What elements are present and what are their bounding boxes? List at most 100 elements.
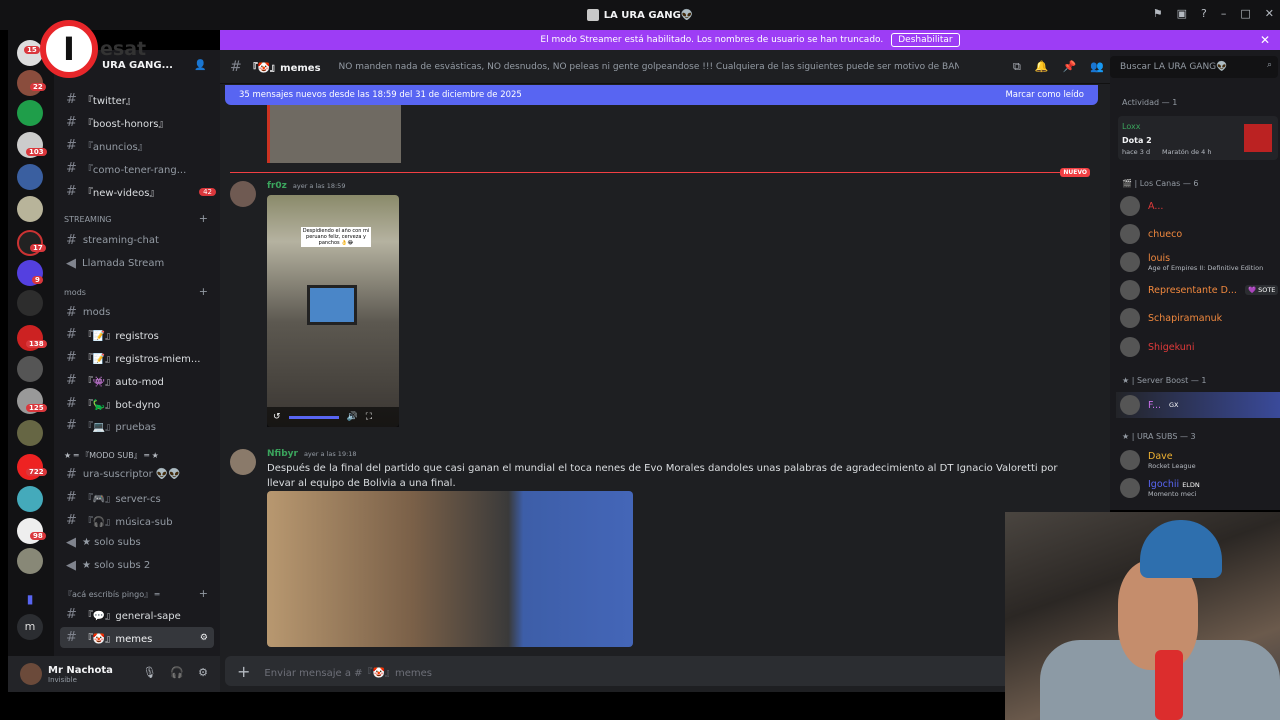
category-modo-sub[interactable]: ★ ═ 『MODO SUB』 ═ ★ <box>64 450 159 461</box>
channel-new-videos[interactable]: # 『new-videos』 42 <box>66 184 216 199</box>
channel-server-cs[interactable]: # 『🎮』server-cs <box>66 490 161 505</box>
gear-icon[interactable]: ⚙ <box>198 666 208 679</box>
activity-card[interactable]: Loxx Dota 2 hace 3 d Maratón de 4 h <box>1118 116 1278 160</box>
category-mods[interactable]: mods <box>64 288 86 297</box>
channel-solo-subs[interactable]: ◀ ★ solo subs <box>66 535 141 550</box>
channel-musica-sub[interactable]: # 『🎧』música-sub <box>66 513 173 528</box>
channel-anuncios[interactable]: # 『anuncios』 <box>66 138 148 153</box>
minimize-button[interactable]: – <box>1221 7 1227 20</box>
server-icon-7[interactable] <box>17 230 43 256</box>
server-icon-5[interactable] <box>17 164 43 190</box>
inbox-icon[interactable]: ⚑ <box>1153 7 1163 20</box>
folder-icon[interactable]: ▮ <box>17 586 43 612</box>
maximize-button[interactable]: □ <box>1240 7 1250 20</box>
channel-registros-miem[interactable]: # 『📝』registros-miem... <box>66 350 200 365</box>
server-icon-9[interactable] <box>17 290 43 316</box>
member-item[interactable]: Representante D... 💜 SOTE <box>1120 280 1279 300</box>
member-item[interactable]: Igochii ELDN Momento meci <box>1120 478 1200 498</box>
member-name: louis <box>1148 252 1171 264</box>
message-author[interactable]: fr0z ayer a las 18:59 <box>267 181 345 191</box>
add-channel-icon[interactable]: + <box>199 212 208 225</box>
video-attachment[interactable]: Despidiendo el año con mi peruano feliz,… <box>267 195 399 427</box>
volume-slider[interactable] <box>288 415 339 419</box>
channel-solo-subs-2[interactable]: ◀ ★ solo subs 2 <box>66 558 150 573</box>
server-name[interactable]: URA GANG... <box>102 60 173 71</box>
channel-label: 『📝』registros-miem... <box>82 354 201 365</box>
input-placeholder: Enviar mensaje a #『🤡』memes <box>264 667 432 679</box>
overlay-logo-text: esat <box>100 38 147 60</box>
member-item[interactable]: A... <box>1120 196 1163 216</box>
server-icon-11[interactable] <box>17 356 43 382</box>
hash-icon: # <box>66 138 77 153</box>
server-badge: 15 <box>24 46 40 54</box>
microphone-icon[interactable]: 🎙 <box>142 666 156 679</box>
pin-icon[interactable]: 📌 <box>1063 60 1077 74</box>
settings-icon[interactable]: ⚙ <box>200 633 208 643</box>
chat-area: # 『🤡』memes NO manden nada de esvásticas,… <box>220 50 1110 692</box>
member-item[interactable]: F... GX <box>1116 392 1280 418</box>
message-author[interactable]: Nfibyr ayer a las 19:18 <box>267 449 357 459</box>
channel-label: 『💻』pruebas <box>82 422 156 433</box>
member-item[interactable]: Dave Rocket League <box>1120 450 1196 470</box>
avatar[interactable] <box>230 449 256 475</box>
new-messages-bar[interactable]: 35 mensajes nuevos desde las 18:59 del 3… <box>225 85 1098 105</box>
server-icon-17[interactable] <box>17 548 43 574</box>
add-channel-icon[interactable]: + <box>199 285 208 298</box>
screen-icon[interactable]: ▣ <box>1177 7 1187 20</box>
help-icon[interactable]: ? <box>1201 7 1207 20</box>
server-icon-14[interactable] <box>17 454 43 480</box>
members-icon[interactable]: 👥 <box>1090 60 1104 74</box>
headphones-icon[interactable]: 🎧 <box>170 666 184 679</box>
server-icon-13[interactable] <box>17 420 43 446</box>
server-icon-16[interactable] <box>17 518 43 544</box>
channel-auto-mod[interactable]: # 『👾』auto-mod <box>66 373 164 388</box>
message-input[interactable]: + Enviar mensaje a #『🤡』memes <box>225 656 1095 686</box>
avatar <box>1120 450 1140 470</box>
volume-icon[interactable]: 🔊 <box>347 412 358 422</box>
channel-ura-suscriptor[interactable]: # ura-suscriptor 👽👽 <box>66 467 181 482</box>
channel-general-sape[interactable]: # 『💬』general-sape <box>66 607 181 622</box>
channel-twitter[interactable]: # 『twitter』 <box>66 92 136 107</box>
member-item[interactable]: louis Age of Empires II: Definitive Editi… <box>1120 252 1263 272</box>
channel-pruebas[interactable]: # 『💻』pruebas <box>66 418 156 433</box>
member-name: Schapiramanuk <box>1148 312 1223 324</box>
threads-icon[interactable]: ⧉ <box>1013 60 1021 74</box>
channel-llamada-stream[interactable]: ◀ Llamada Stream <box>66 256 164 271</box>
previous-image[interactable] <box>267 105 401 163</box>
avatar[interactable] <box>230 181 256 207</box>
channel-como-tener-rango[interactable]: # 『como-tener-rang... <box>66 161 186 176</box>
add-attachment-icon[interactable]: + <box>237 662 250 681</box>
server-icon-m[interactable]: m <box>17 614 43 640</box>
add-friend-icon[interactable]: 👤 <box>194 60 206 71</box>
hash-icon: # <box>66 327 77 342</box>
member-item[interactable]: Shigekuni <box>1120 337 1194 357</box>
avatar[interactable] <box>20 663 42 685</box>
bell-icon[interactable]: 🔔 <box>1035 60 1049 74</box>
channel-label: ura-suscriptor 👽👽 <box>82 469 181 480</box>
close-window-button[interactable]: ✕ <box>1265 7 1274 20</box>
server-icon-6[interactable] <box>17 196 43 222</box>
replay-icon[interactable]: ↺ <box>273 412 281 422</box>
image-attachment[interactable] <box>267 491 633 647</box>
channel-mods[interactable]: # mods <box>66 305 110 320</box>
server-icon-15[interactable] <box>17 486 43 512</box>
channel-memes[interactable]: # 『🤡』memes ⚙ <box>60 627 214 648</box>
search-input[interactable]: Buscar LA URA GANG👽 ⌕ <box>1110 56 1278 78</box>
channel-registros[interactable]: # 『📝』registros <box>66 327 159 342</box>
user-panel: Mr Nachota Invisible 🎙 🎧 ⚙ <box>8 656 220 692</box>
channel-streaming-chat[interactable]: # streaming-chat <box>66 233 159 248</box>
member-item[interactable]: chueco <box>1120 224 1182 244</box>
channel-bot-dyno[interactable]: # 『🦕』bot-dyno <box>66 396 160 411</box>
channel-topic[interactable]: NO manden nada de esvásticas, NO desnudo… <box>339 62 959 72</box>
fullscreen-icon[interactable]: ⛶ <box>366 412 372 422</box>
category-aca[interactable]: 『acá escribís pingo』 ═ <box>64 589 159 600</box>
mark-read-button[interactable]: Marcar como leído <box>1005 90 1084 100</box>
server-icon-3[interactable] <box>17 100 43 126</box>
channel-boost-honors[interactable]: # 『boost-honors』 <box>66 115 168 130</box>
member-item[interactable]: Schapiramanuk <box>1120 308 1222 328</box>
close-icon[interactable]: ✕ <box>1260 33 1270 47</box>
message-time: ayer a las 18:59 <box>292 182 346 190</box>
add-channel-icon[interactable]: + <box>199 587 208 600</box>
disable-streamer-button[interactable]: Deshabilitar <box>891 33 960 47</box>
category-streaming[interactable]: STREAMING <box>64 215 112 224</box>
